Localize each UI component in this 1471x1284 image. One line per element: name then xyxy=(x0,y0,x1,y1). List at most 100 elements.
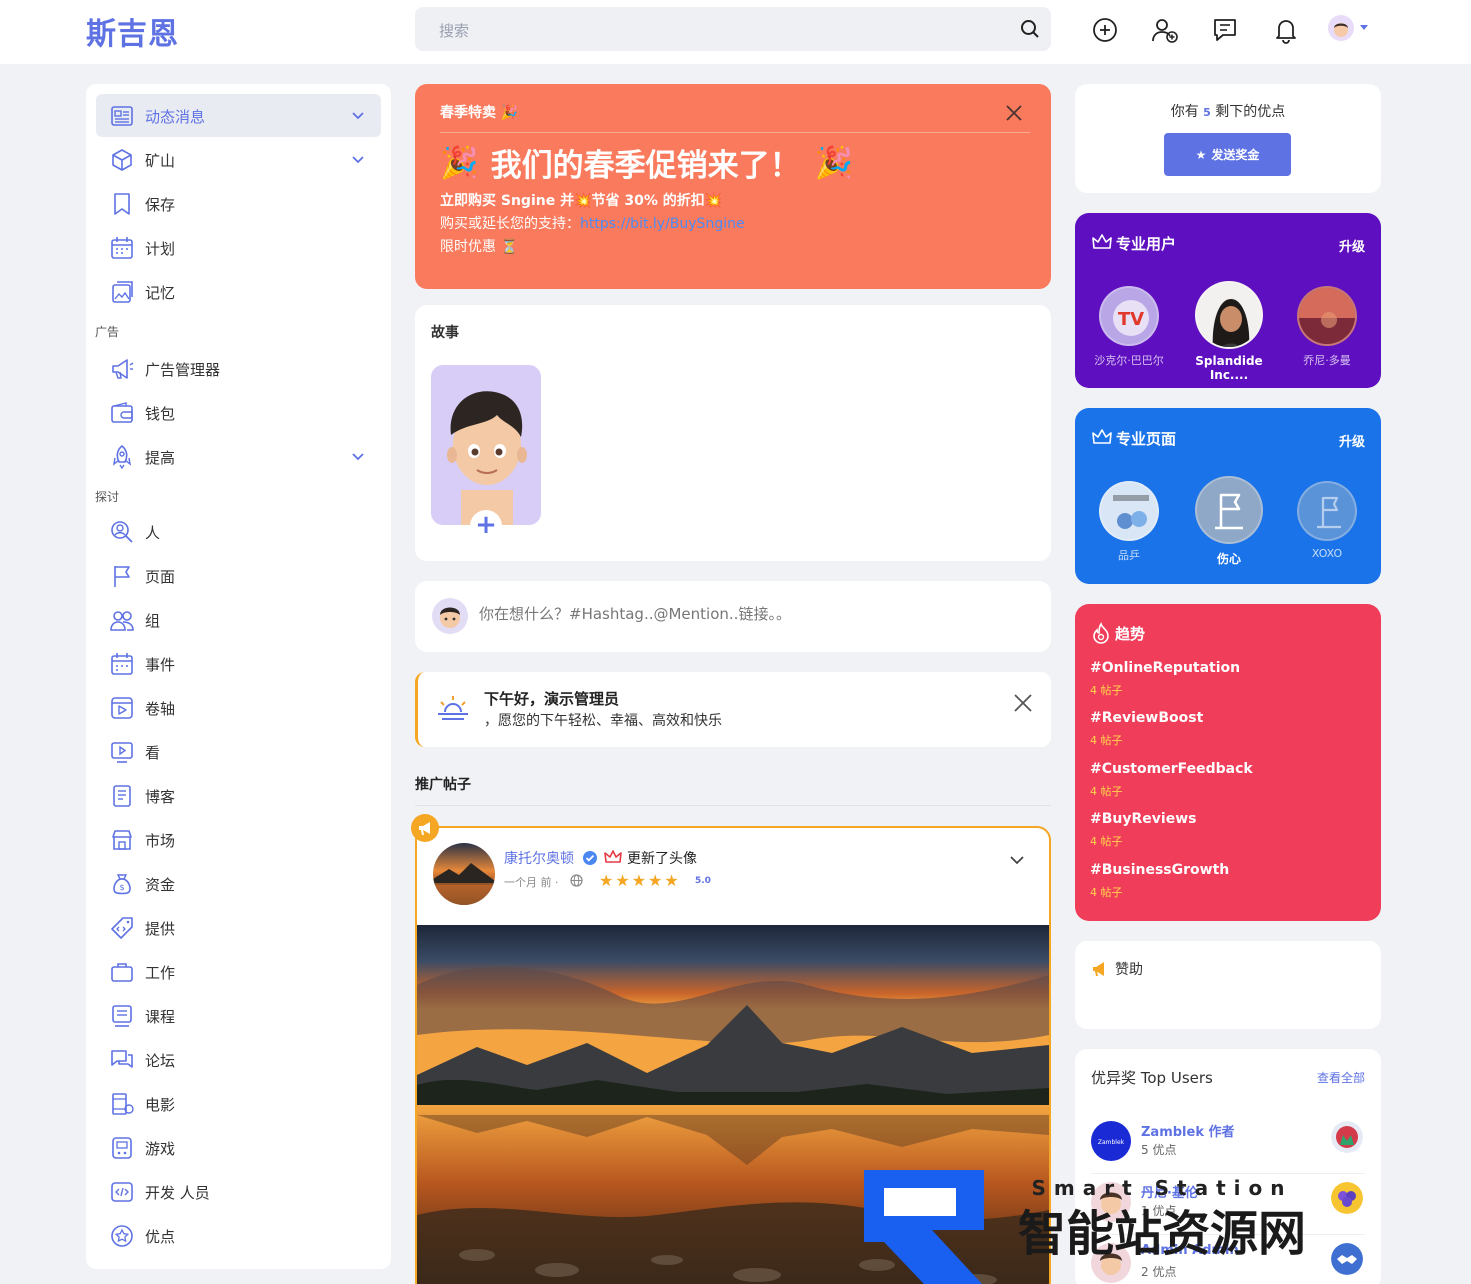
search-input[interactable]: 搜索 xyxy=(439,20,469,41)
publisher-input[interactable]: 你在想什么？#Hashtag..@Mention..链接。。 xyxy=(479,603,791,624)
trending-hashtag[interactable]: #ReviewBoost xyxy=(1090,710,1203,726)
calendar-icon xyxy=(111,237,133,259)
search-icon[interactable] xyxy=(1019,18,1041,40)
chevron-down-icon[interactable] xyxy=(351,108,365,122)
post-author-name[interactable]: 康托尔奥顿 xyxy=(504,848,598,868)
promo-link[interactable]: https://bit.ly/BuySngine xyxy=(580,216,745,232)
sidebar-item-label: 记忆 xyxy=(145,284,176,302)
post-author-name-text[interactable]: 康托尔奥顿 xyxy=(504,851,574,867)
sidebar-item-label: 页面 xyxy=(145,568,176,586)
add-icon[interactable] xyxy=(1090,15,1120,45)
post-photo[interactable] xyxy=(417,925,1049,1284)
cube-icon xyxy=(112,149,132,171)
top-user-row[interactable]: 丹尼·基伦 1 优点 xyxy=(1091,1174,1365,1234)
sidebar-item-scheduled[interactable]: 计划 xyxy=(96,226,381,269)
sidebar-item-saved[interactable]: 保存 xyxy=(96,182,381,225)
trending-hashtag[interactable]: #OnlineReputation xyxy=(1090,660,1240,676)
star-badge-icon xyxy=(111,1225,133,1247)
sidebar-item-label: 工作 xyxy=(145,964,176,982)
send-bonus-button[interactable]: ★ 发送奖金 xyxy=(1164,133,1291,176)
add-story-tile[interactable] xyxy=(431,365,541,525)
sponsored-title: 赞助 xyxy=(1115,962,1143,978)
notifications-icon[interactable] xyxy=(1271,15,1301,45)
friend-requests-icon[interactable] xyxy=(1150,15,1180,45)
promoted-post: 康托尔奥顿 更新了头像 一个月 前 · ★★★★★ 5.0 xyxy=(415,826,1051,1284)
pro-user-avatar[interactable] xyxy=(1297,286,1357,346)
upgrade-link[interactable]: 升级 xyxy=(1339,431,1365,450)
trending-hashtag[interactable]: #BusinessGrowth xyxy=(1090,862,1229,878)
sidebar-item-boost[interactable]: 提高 xyxy=(96,435,381,478)
sidebar-item-games[interactable]: 游戏 xyxy=(96,1126,381,1169)
money-bag-icon: $ xyxy=(113,874,131,895)
sidebar-item-market[interactable]: 市场 xyxy=(96,818,381,861)
greeting-card: 下午好，演示管理员 ，愿您的下午轻松、幸福、高效和快乐 xyxy=(415,672,1051,747)
post-time[interactable]: 一个月 前 · xyxy=(504,874,559,890)
promo-line-1: 立即购买 Sngine 并💥节省 30% 的折扣💥 xyxy=(440,190,722,210)
sidebar-item-memories[interactable]: 记忆 xyxy=(96,270,381,313)
top-user-avatar[interactable]: Zamblek xyxy=(1091,1121,1131,1161)
top-user-row[interactable]: Zamblek Zamblek 作者 5 优点 xyxy=(1091,1113,1365,1173)
user-avatar[interactable] xyxy=(1328,15,1354,41)
sidebar-item-developers[interactable]: 开发 人员 xyxy=(96,1170,381,1213)
site-logo[interactable]: 斯吉恩 xyxy=(86,9,179,53)
sidebar-item-mine[interactable]: 矿山 xyxy=(96,138,381,181)
sidebar-item-offers[interactable]: 提供 xyxy=(96,906,381,949)
sidebar-item-ads-manager[interactable]: 广告管理器 xyxy=(96,347,381,390)
trending-hashtag[interactable]: #BuyReviews xyxy=(1090,811,1196,827)
see-all-link[interactable]: 查看全部 xyxy=(1317,1069,1365,1086)
sidebar-item-label: 资金 xyxy=(145,876,176,894)
pro-user-avatar[interactable] xyxy=(1195,281,1263,349)
sidebar-item-watch[interactable]: 看 xyxy=(96,730,381,773)
sidebar-item-wallet[interactable]: 钱包 xyxy=(96,391,381,434)
top-user-name[interactable]: Zamblek 作者 xyxy=(1141,1121,1235,1140)
top-user-avatar[interactable] xyxy=(1091,1182,1131,1222)
search-bar[interactable]: 搜索 xyxy=(415,7,1051,51)
sidebar-item-funding[interactable]: $ 资金 xyxy=(96,862,381,905)
pro-page-name[interactable]: XOXO xyxy=(1277,547,1377,560)
trending-count: 4 帖子 xyxy=(1090,785,1123,798)
pro-page-name[interactable]: 品乒 xyxy=(1079,547,1179,563)
chevron-down-icon[interactable] xyxy=(351,152,365,166)
pro-page-avatar[interactable] xyxy=(1297,481,1357,541)
post-author-avatar[interactable] xyxy=(433,843,495,905)
sidebar-item-merits[interactable]: 优点 xyxy=(96,1214,381,1257)
top-user-name[interactable]: 丹尼·基伦 xyxy=(1141,1182,1198,1201)
pro-user-avatar[interactable]: TV xyxy=(1099,286,1159,346)
pro-user-name[interactable]: Splandide Inc.... xyxy=(1179,354,1279,382)
sidebar-item-reels[interactable]: 卷轴 xyxy=(96,686,381,729)
pro-page-avatar[interactable] xyxy=(1099,481,1159,541)
messages-icon[interactable] xyxy=(1210,15,1240,45)
chevron-down-icon[interactable] xyxy=(1009,852,1025,868)
close-icon[interactable] xyxy=(1013,693,1033,713)
sidebar-item-newsfeed[interactable]: 动态消息 xyxy=(96,94,381,137)
sidebar-item-forums[interactable]: 论坛 xyxy=(96,1038,381,1081)
top-user-name[interactable]: Admin Admin xyxy=(1141,1243,1239,1258)
chevron-down-icon[interactable] xyxy=(351,449,365,463)
sidebar-item-jobs[interactable]: 工作 xyxy=(96,950,381,993)
top-user-row[interactable]: Admin Admin 2 优点 xyxy=(1091,1235,1365,1284)
stories-card: 故事 + xyxy=(415,305,1051,561)
top-user-avatar[interactable] xyxy=(1091,1243,1131,1283)
pro-user-name[interactable]: 沙克尔·巴巴尔 xyxy=(1079,352,1179,368)
sidebar-item-events[interactable]: 事件 xyxy=(96,642,381,685)
trending-hashtag[interactable]: #CustomerFeedback xyxy=(1090,761,1253,777)
pro-user-name[interactable]: 乔尼·多曼 xyxy=(1277,352,1377,368)
sidebar-item-people[interactable]: 人 xyxy=(96,510,381,553)
megaphone-icon xyxy=(112,359,134,379)
sidebar-item-movies[interactable]: 电影 xyxy=(96,1082,381,1125)
sidebar-item-blogs[interactable]: 博客 xyxy=(96,774,381,817)
sidebar-item-pages[interactable]: 页面 xyxy=(96,554,381,597)
chevron-down-icon[interactable] xyxy=(1360,25,1368,30)
close-icon[interactable] xyxy=(1004,103,1024,123)
publisher-card[interactable]: 你在想什么？#Hashtag..@Mention..链接。。 xyxy=(415,581,1051,652)
sunrise-icon xyxy=(438,696,468,720)
wallet-icon xyxy=(111,402,133,423)
stories-title: 故事 xyxy=(431,325,459,341)
flag-icon xyxy=(114,566,130,587)
pro-page-avatar[interactable] xyxy=(1195,476,1263,544)
upgrade-link[interactable]: 升级 xyxy=(1339,236,1365,255)
add-story-button[interactable]: + xyxy=(470,510,502,542)
sidebar-item-courses[interactable]: 课程 xyxy=(96,994,381,1037)
pro-page-name[interactable]: 伤心 xyxy=(1179,550,1279,567)
sidebar-item-groups[interactable]: 组 xyxy=(96,598,381,641)
